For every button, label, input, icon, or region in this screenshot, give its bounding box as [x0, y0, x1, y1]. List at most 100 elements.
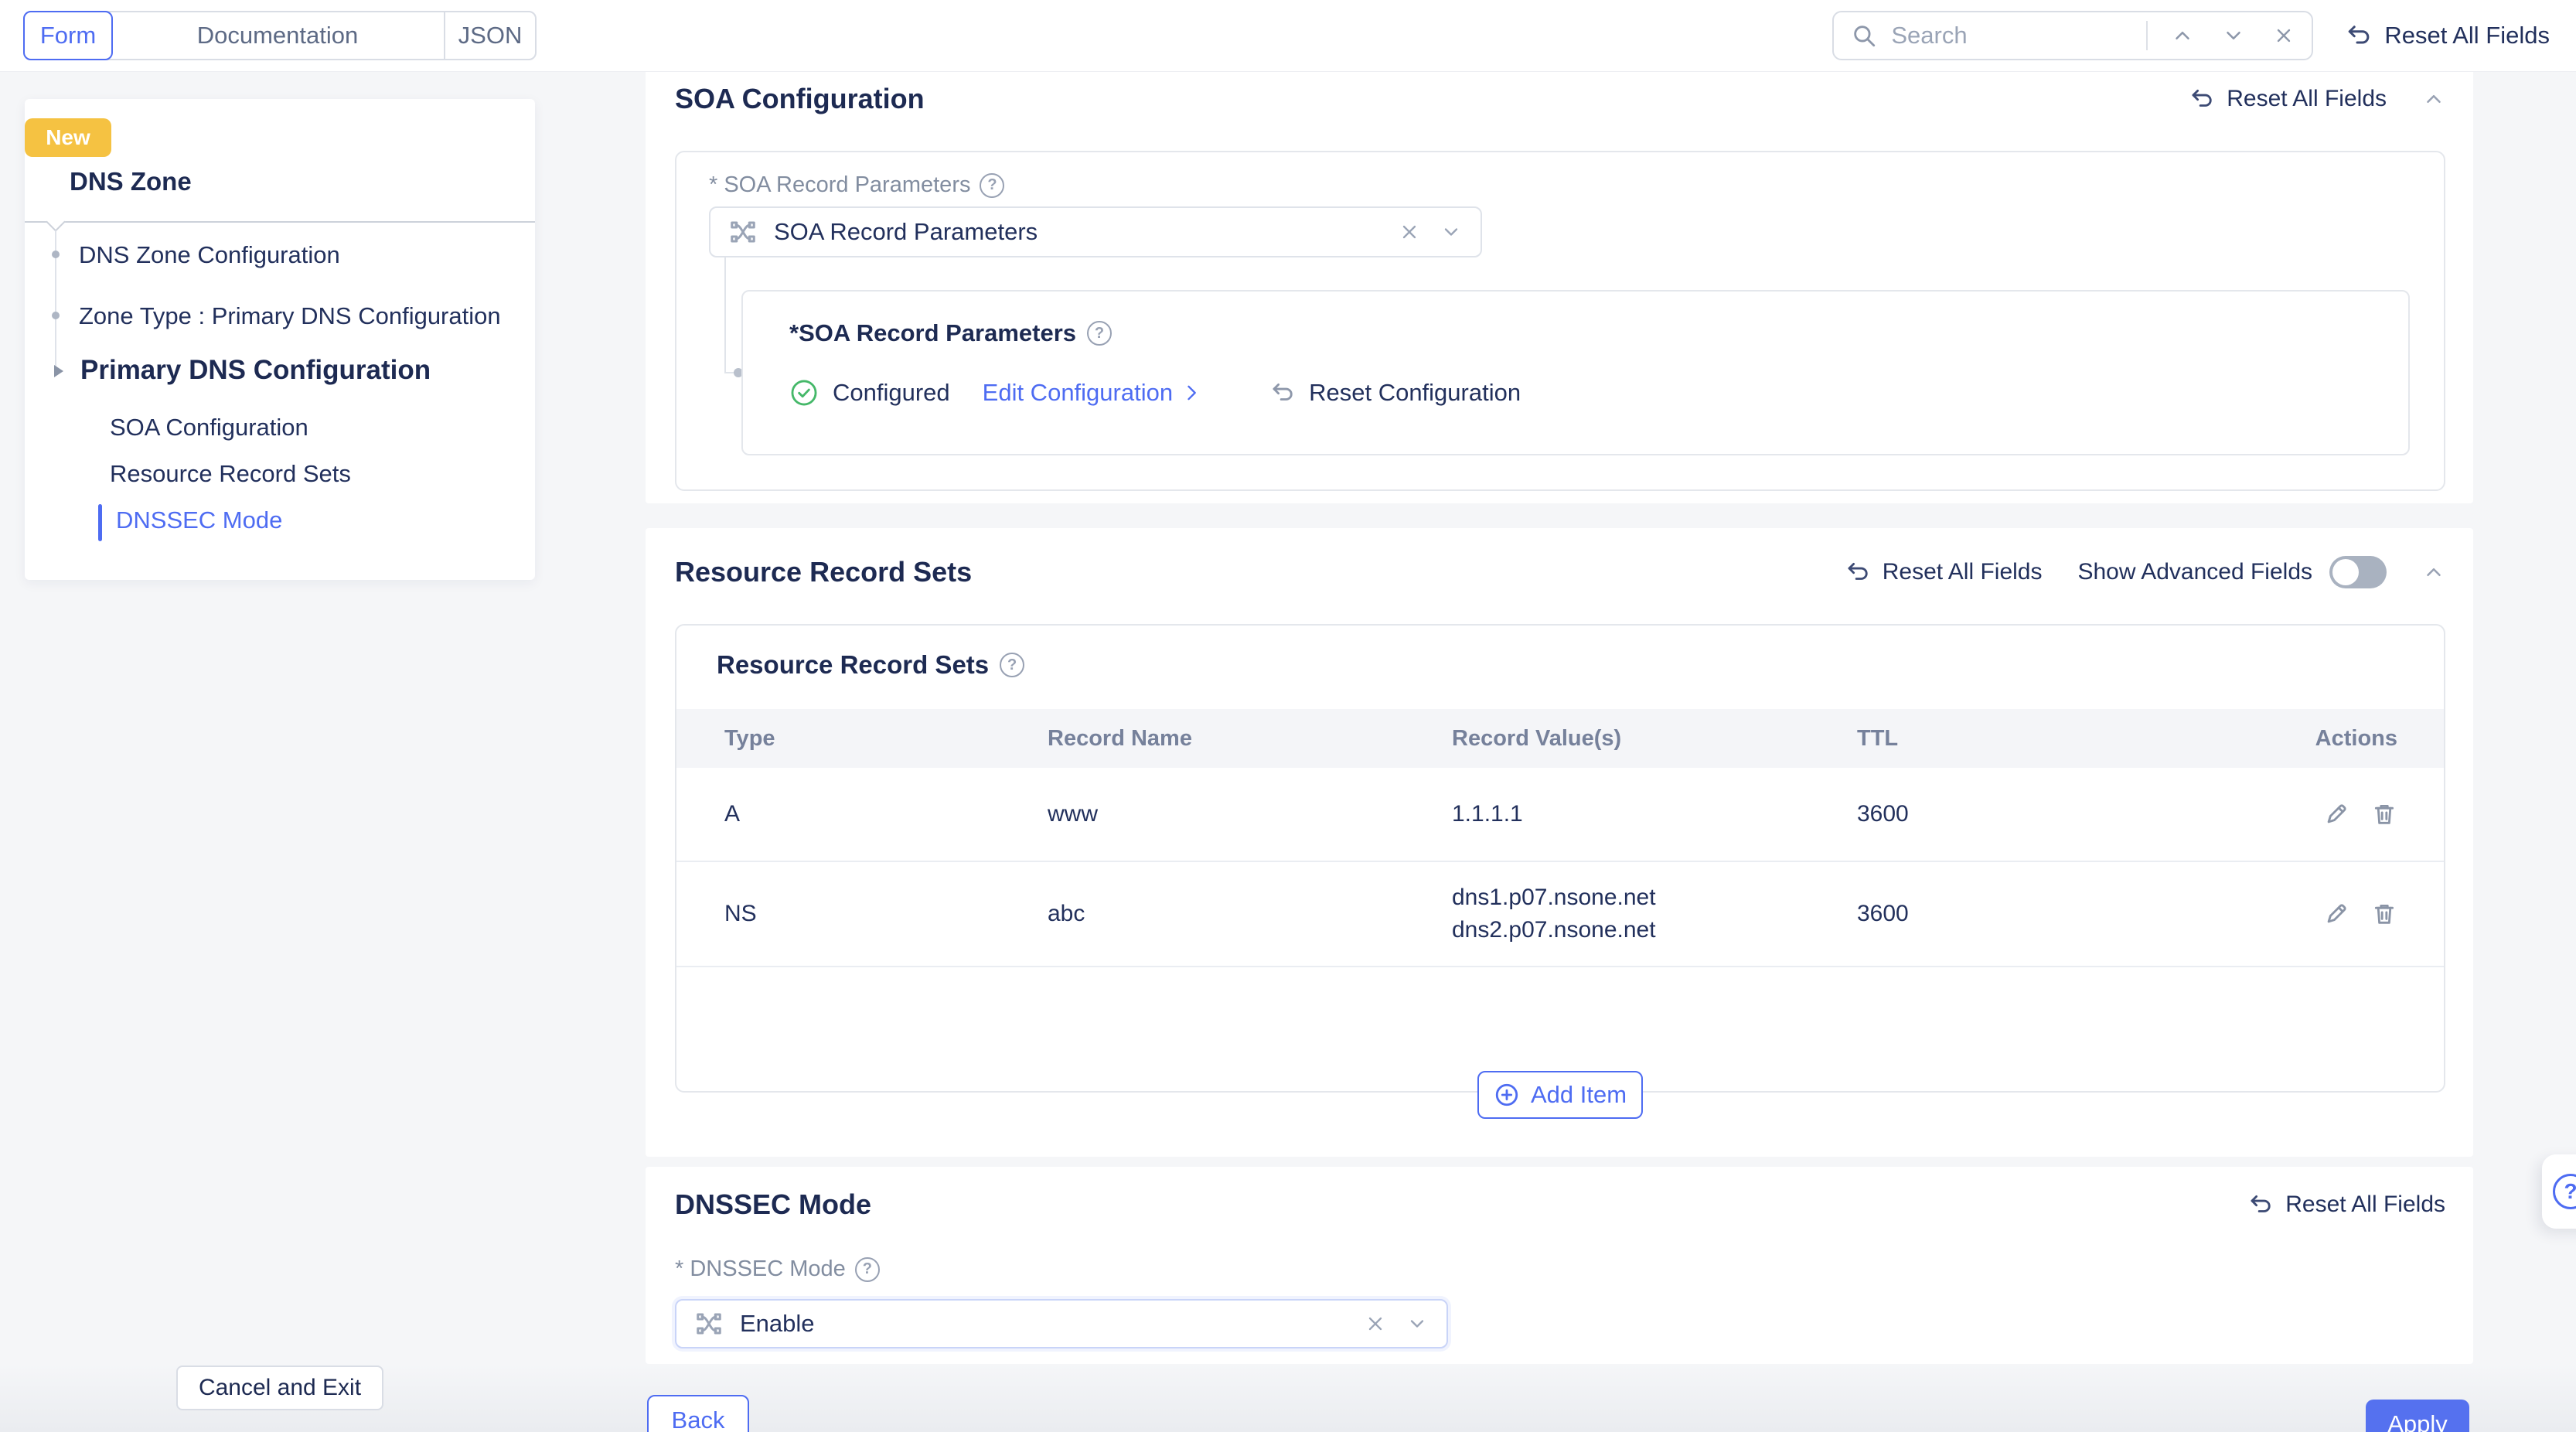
search-next-icon[interactable] [2222, 24, 2245, 47]
help-fab-button[interactable]: ? [2542, 1154, 2576, 1229]
help-icon[interactable]: ? [1087, 321, 1113, 346]
chevron-down-icon[interactable] [1440, 221, 1462, 243]
help-circle-icon: ? [2553, 1174, 2576, 1209]
sidebar-item-resource-record-sets[interactable]: Resource Record Sets [110, 460, 351, 488]
clear-icon[interactable] [1399, 221, 1420, 243]
table-header-row: Type Record Name Record Value(s) TTL Act… [676, 709, 2444, 768]
sidebar-item-dns-zone-configuration[interactable]: DNS Zone Configuration [79, 241, 340, 269]
soa-record-parameters-select[interactable]: SOA Record Parameters [709, 206, 1482, 257]
view-tabs: Form Documentation JSON [23, 11, 537, 60]
edit-configuration-label: Edit Configuration [982, 379, 1174, 406]
active-item-indicator [98, 504, 102, 541]
cell-type: NS [724, 901, 757, 926]
tree-arrow-icon [54, 365, 63, 377]
soa-select-value: SOA Record Parameters [774, 218, 1038, 245]
rrs-section-title: Resource Record Sets [675, 556, 973, 588]
column-header-record-values: Record Value(s) [1452, 726, 1622, 751]
soa-collapse-icon[interactable] [2422, 87, 2445, 111]
soa-nested-card: *SOA Record Parameters ? Configured Edit… [741, 290, 2410, 455]
edit-row-icon[interactable] [2323, 901, 2349, 927]
help-icon[interactable]: ? [1000, 653, 1025, 677]
cell-type: A [724, 801, 741, 827]
dnssec-mode-select[interactable]: Enable [675, 1299, 1448, 1348]
cell-ttl: 3600 [1857, 801, 1909, 827]
undo-icon [1845, 559, 1872, 585]
apply-button[interactable]: Apply [2366, 1400, 2469, 1432]
search-icon [1851, 22, 1877, 49]
dnssec-mode-section: DNSSEC Mode Reset All Fields * DNSSEC Mo… [646, 1167, 2473, 1364]
sidebar-divider [25, 221, 535, 223]
soa-card: * SOA Record Parameters ? SOA Record Par… [675, 151, 2445, 491]
soa-reset-label: Reset All Fields [2227, 86, 2387, 111]
undo-icon [2189, 86, 2216, 112]
cancel-and-exit-button[interactable]: Cancel and Exit [176, 1366, 383, 1410]
dnssec-reset-label: Reset All Fields [2285, 1192, 2445, 1217]
rrs-table: Type Record Name Record Value(s) TTL Act… [676, 709, 2444, 967]
tab-documentation[interactable]: Documentation [111, 12, 444, 59]
rrs-card: Resource Record Sets ? Type Record Name … [675, 624, 2445, 1119]
soa-nested-title: *SOA Record Parameters ? [789, 319, 2408, 347]
help-icon[interactable]: ? [854, 1256, 880, 1282]
sidebar-title: DNS Zone [70, 167, 192, 196]
rrs-card-title: Resource Record Sets ? [717, 650, 1025, 680]
edit-row-icon[interactable] [2323, 801, 2349, 827]
dnssec-section-title: DNSSEC Mode [675, 1188, 872, 1220]
dnssec-reset-all-fields-button[interactable]: Reset All Fields [2248, 1192, 2445, 1218]
sidebar-item-zone-type[interactable]: Zone Type : Primary DNS Configuration [79, 302, 501, 330]
table-row: A www 1.1.1.1 3600 [676, 768, 2444, 862]
soa-field-label-text: * SOA Record Parameters [709, 172, 971, 197]
column-header-ttl: TTL [1857, 725, 1899, 751]
soa-field-label: * SOA Record Parameters ? [709, 172, 1005, 198]
reset-all-fields-top-button[interactable]: Reset All Fields [2346, 22, 2550, 49]
new-badge: New [25, 118, 111, 157]
rrs-reset-all-fields-button[interactable]: Reset All Fields [1845, 559, 2042, 585]
toggle-knob [2332, 559, 2359, 585]
cell-record-name: www [1048, 801, 1098, 827]
undo-icon [1270, 380, 1297, 406]
chevron-down-icon[interactable] [1406, 1313, 1428, 1335]
configured-status: Configured [833, 379, 950, 406]
clear-icon[interactable] [1365, 1313, 1386, 1335]
search-prev-icon[interactable] [2171, 24, 2194, 47]
cell-record-value: 1.1.1.1 [1452, 801, 1523, 827]
column-header-record-name: Record Name [1048, 725, 1192, 751]
dns-zone-form-page: Form Documentation JSON Reset All Fields… [0, 0, 2576, 1432]
soa-nested-title-text: *SOA Record Parameters [789, 319, 1077, 346]
soa-section-title: SOA Configuration [675, 83, 925, 114]
back-button[interactable]: Back [647, 1395, 749, 1432]
soa-configuration-section: SOA Configuration Reset All Fields * SOA… [646, 72, 2473, 503]
sidebar-divider-notch [46, 212, 66, 232]
reset-configuration-button[interactable]: Reset Configuration [1270, 379, 1521, 407]
search-box [1832, 11, 2314, 60]
sidebar-item-dnssec-mode[interactable]: DNSSEC Mode [116, 506, 282, 534]
delete-row-icon[interactable] [2371, 801, 2397, 827]
undo-icon [2248, 1192, 2274, 1218]
rrs-collapse-icon[interactable] [2422, 561, 2445, 584]
delete-row-icon[interactable] [2371, 901, 2397, 927]
sidebar-item-soa-configuration[interactable]: SOA Configuration [110, 414, 308, 442]
tree-dot [52, 312, 60, 319]
dnssec-field-label-text: * DNSSEC Mode [675, 1256, 846, 1281]
search-clear-icon[interactable] [2273, 25, 2295, 46]
add-item-button[interactable]: Add Item [1477, 1071, 1643, 1119]
column-header-actions: Actions [2315, 725, 2397, 751]
sidebar-item-primary-dns-configuration[interactable]: Primary DNS Configuration [80, 355, 431, 386]
soa-reset-all-fields-button[interactable]: Reset All Fields [2189, 86, 2387, 112]
table-row: NS abc dns1.p07.nsone.net dns2.p07.nsone… [676, 862, 2444, 967]
column-header-type: Type [724, 725, 775, 751]
help-icon[interactable]: ? [980, 172, 1005, 198]
search-input[interactable] [1891, 22, 2147, 49]
record-value-line: dns1.p07.nsone.net [1452, 885, 1656, 910]
add-item-label: Add Item [1530, 1081, 1627, 1108]
show-advanced-fields-toggle[interactable] [2329, 556, 2387, 588]
check-circle-icon [789, 378, 819, 407]
sidebar-nav: New DNS Zone DNS Zone Configuration Zone… [25, 99, 535, 580]
resource-record-sets-section: Resource Record Sets Reset All Fields Sh… [646, 528, 2473, 1157]
edit-configuration-link[interactable]: Edit Configuration [983, 379, 1202, 407]
reset-all-fields-label: Reset All Fields [2384, 22, 2550, 49]
dnssec-select-value: Enable [740, 1310, 815, 1337]
tab-form[interactable]: Form [23, 11, 113, 60]
show-advanced-fields-label: Show Advanced Fields [2077, 559, 2312, 585]
tab-json[interactable]: JSON [444, 12, 535, 59]
footer-band [0, 1364, 2576, 1432]
